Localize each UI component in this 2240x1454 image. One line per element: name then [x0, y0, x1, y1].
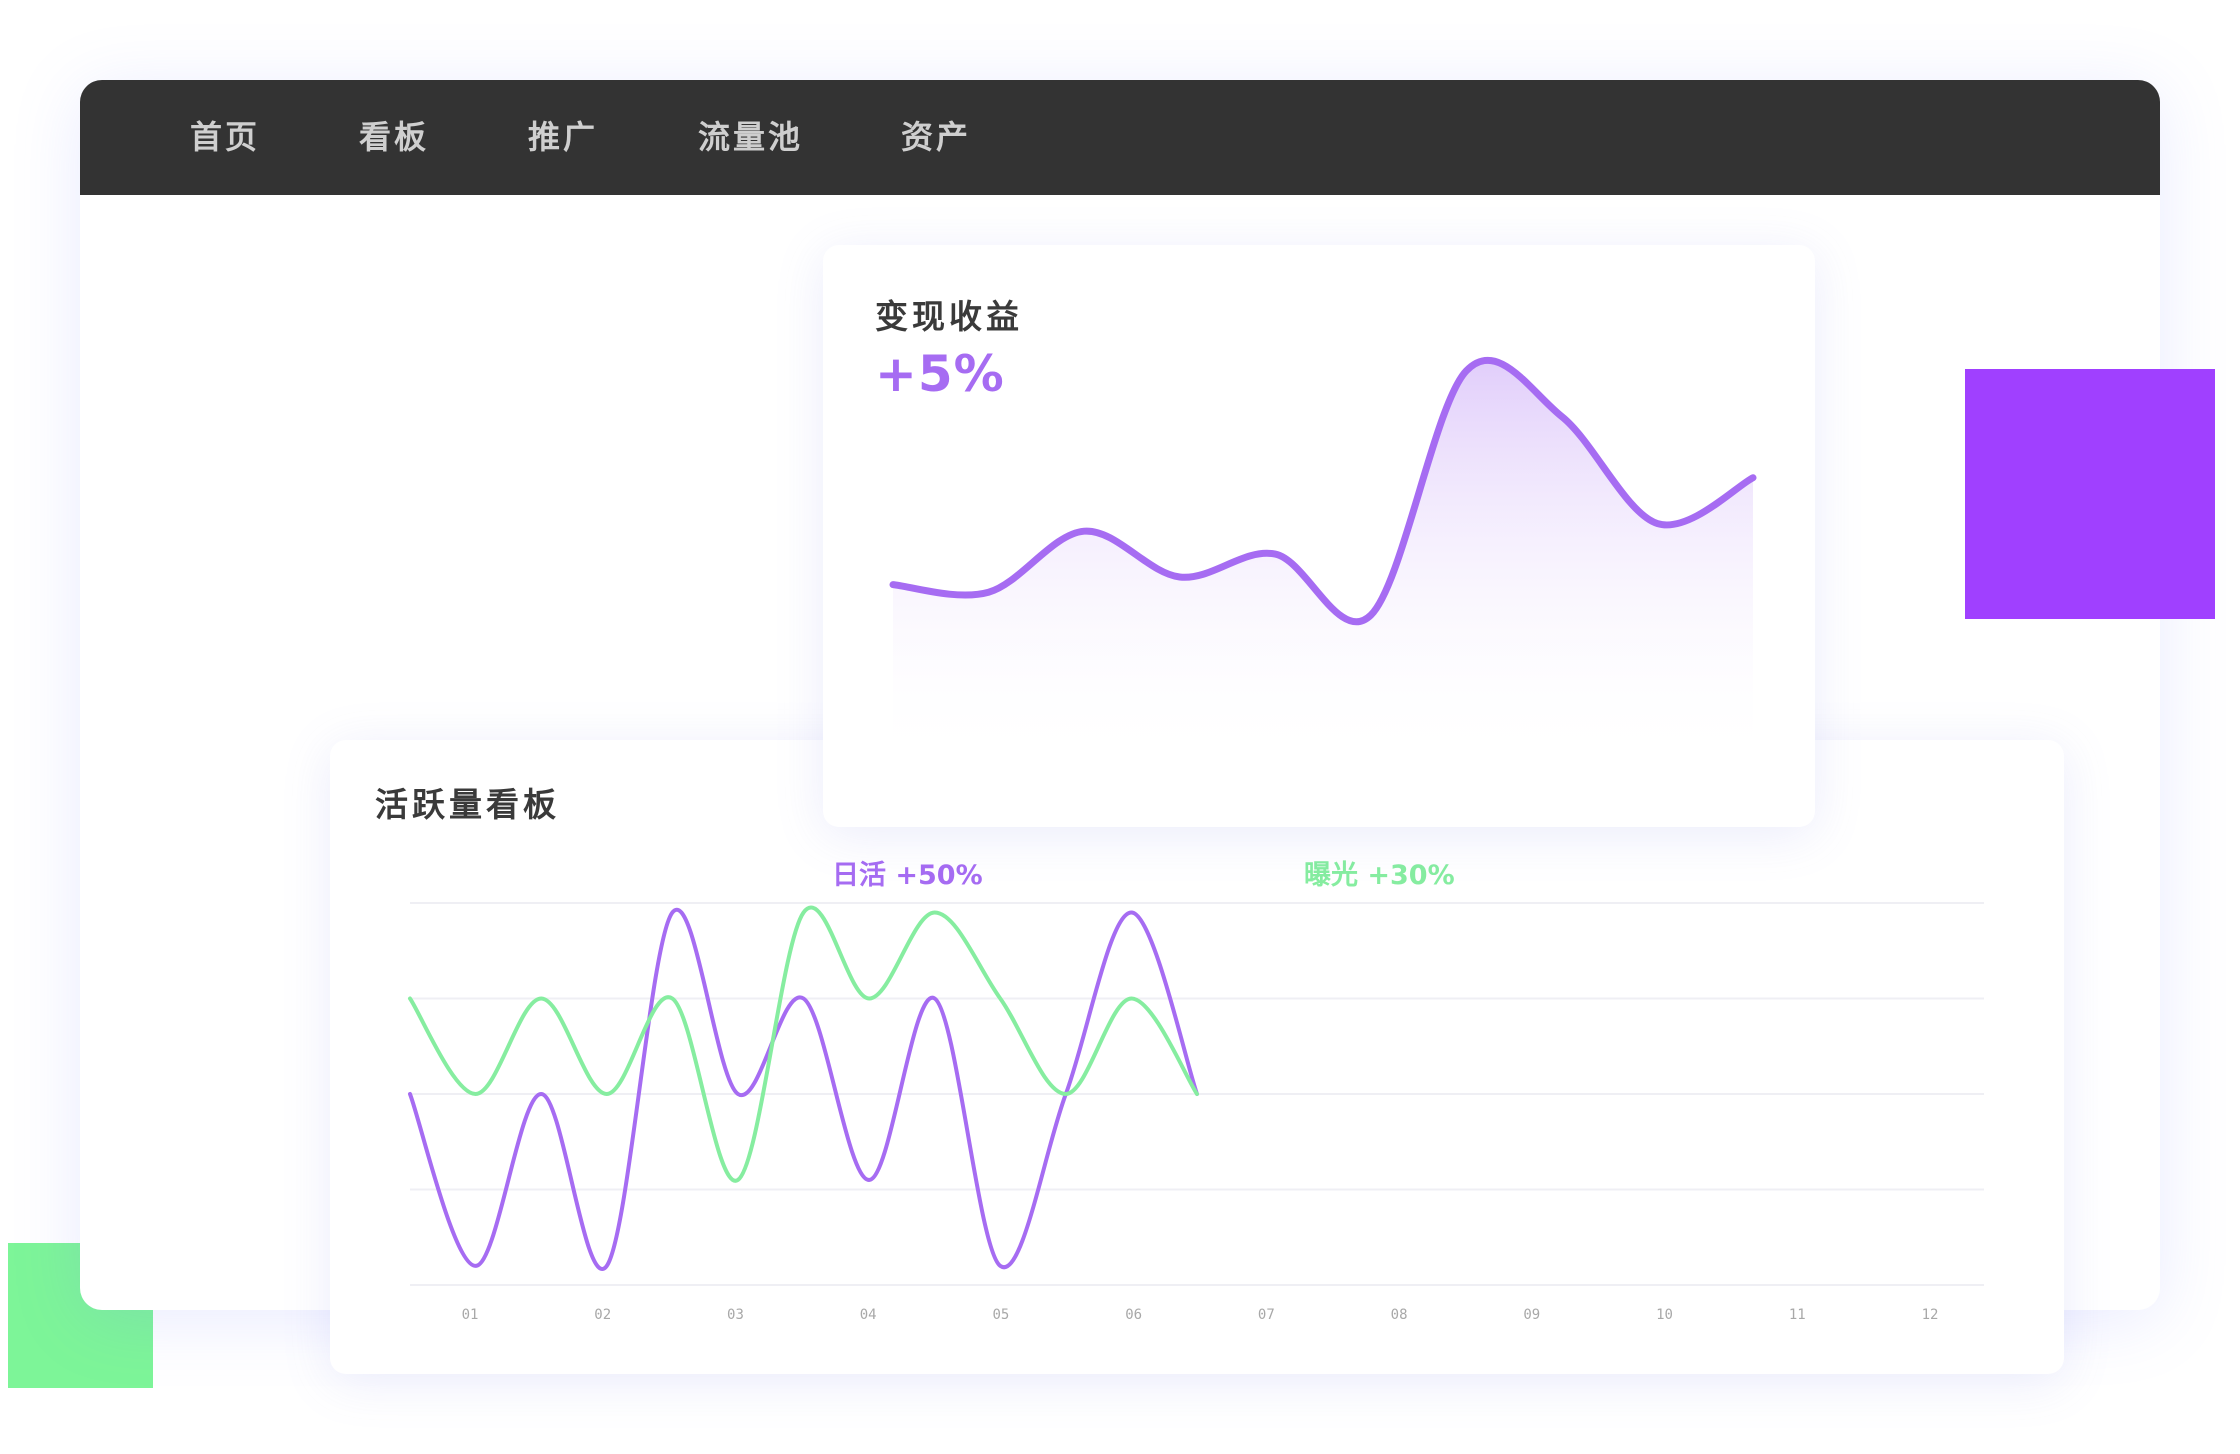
x-tick-label: 11 — [1788, 1307, 1806, 1323]
x-tick-label: 05 — [992, 1307, 1010, 1323]
series-line-exposure — [408, 905, 1199, 1183]
nav-item-dashboard[interactable]: 看板 — [359, 80, 429, 195]
x-tick-label: 01 — [461, 1307, 479, 1323]
x-tick-label: 08 — [1390, 1307, 1408, 1323]
revenue-area-fill — [893, 360, 1753, 765]
nav-item-traffic-pool[interactable]: 流量池 — [698, 80, 803, 195]
activity-line-chart — [408, 902, 1984, 1286]
x-tick-label: 12 — [1921, 1307, 1939, 1323]
x-tick-label: 02 — [594, 1307, 612, 1323]
purple-decorative-square — [1965, 369, 2215, 619]
revenue-area-chart — [889, 356, 1757, 765]
x-tick-label: 07 — [1257, 1307, 1275, 1323]
nav-item-promotion[interactable]: 推广 — [528, 80, 598, 195]
x-tick-label: 10 — [1656, 1307, 1673, 1323]
nav-item-home[interactable]: 首页 — [190, 80, 260, 195]
series-line-daily-active — [408, 907, 1199, 1271]
x-tick-label: 04 — [859, 1307, 877, 1323]
x-tick-label: 06 — [1125, 1307, 1143, 1323]
activity-dashboard-card: 活跃量看板 日活 +50% 曝光 +30% 01 02 03 04 05 06 07 08 09… — [330, 740, 2064, 1374]
nav-item-assets[interactable]: 资产 — [901, 80, 971, 195]
top-navbar: 首页 看板 推广 流量池 资产 — [80, 80, 2160, 195]
x-tick-label: 03 — [727, 1307, 744, 1323]
x-tick-label: 09 — [1523, 1307, 1541, 1323]
revenue-card: 变现收益 +5% — [823, 245, 1815, 827]
